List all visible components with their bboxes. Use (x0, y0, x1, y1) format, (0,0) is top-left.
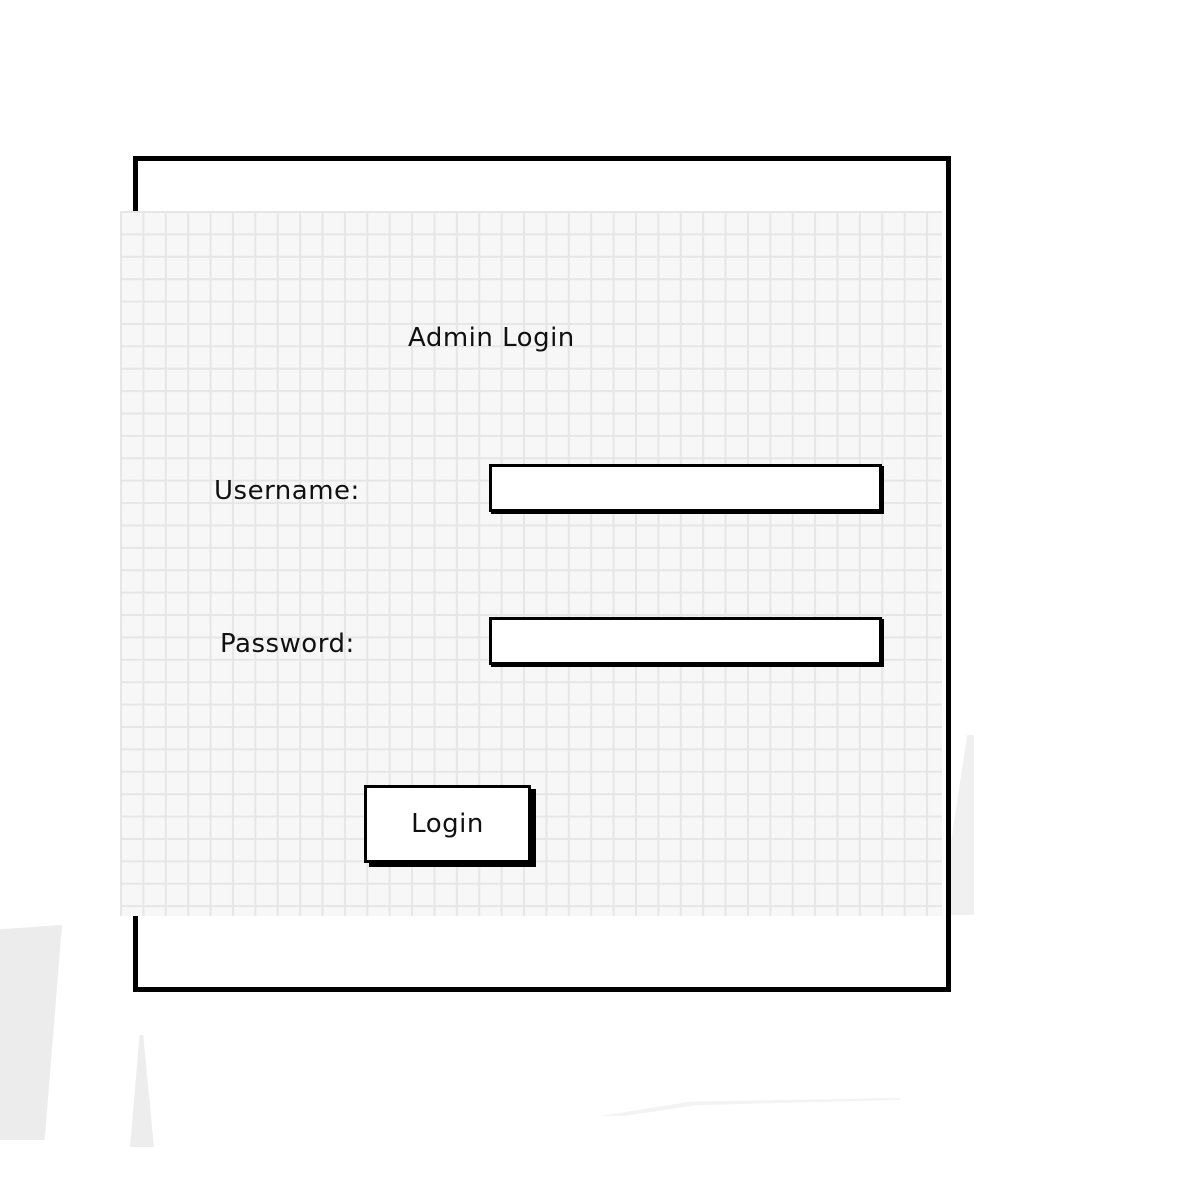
password-input[interactable] (489, 617, 882, 665)
login-button[interactable]: Login (364, 785, 531, 863)
login-window: Admin Login Username: Password: Login (120, 156, 951, 992)
login-title: Admin Login (408, 323, 575, 353)
background-shape (600, 1098, 900, 1116)
username-input[interactable] (489, 464, 882, 512)
username-label: Username: (214, 476, 360, 506)
password-label: Password: (220, 629, 355, 659)
background-shape (130, 1035, 154, 1147)
page: Admin Login Username: Password: Login (0, 0, 1200, 1200)
background-shape (0, 925, 62, 1140)
grid-background: Admin Login Username: Password: Login (120, 211, 942, 916)
